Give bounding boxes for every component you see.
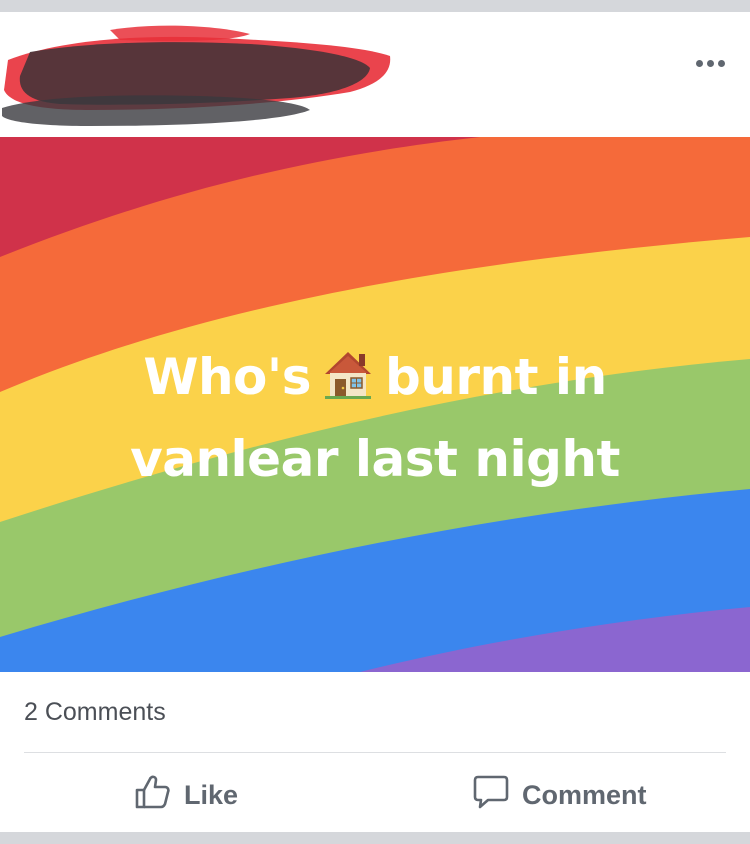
caption-text-end: burnt in [384,348,607,406]
post-caption: Who's burnt in vanlear last night [0,339,750,497]
caption-line-1: Who's burnt in [0,339,750,421]
thumbs-up-icon [134,773,172,818]
like-button[interactable]: Like [134,770,238,820]
post-image[interactable]: Who's burnt in vanlear last night [0,137,750,672]
comments-count-link[interactable]: 2 Comments [24,698,166,727]
caption-text-start: Who's [143,348,311,406]
more-options-dot [706,59,714,67]
caption-line-2: vanlear last night [130,430,620,488]
speech-bubble-icon [472,773,510,818]
like-label: Like [184,779,239,810]
more-options-button[interactable] [684,48,736,78]
house-emoji-icon [321,345,375,421]
comment-button[interactable]: Comment [472,770,647,820]
post-header [0,12,750,137]
more-options-dot [695,59,703,67]
redacted-author-name [2,25,391,126]
post-card: Who's burnt in vanlear last night 2 Comm… [0,12,750,832]
more-options-dot [717,59,725,67]
actions-divider [24,752,726,753]
comment-label: Comment [522,779,647,810]
